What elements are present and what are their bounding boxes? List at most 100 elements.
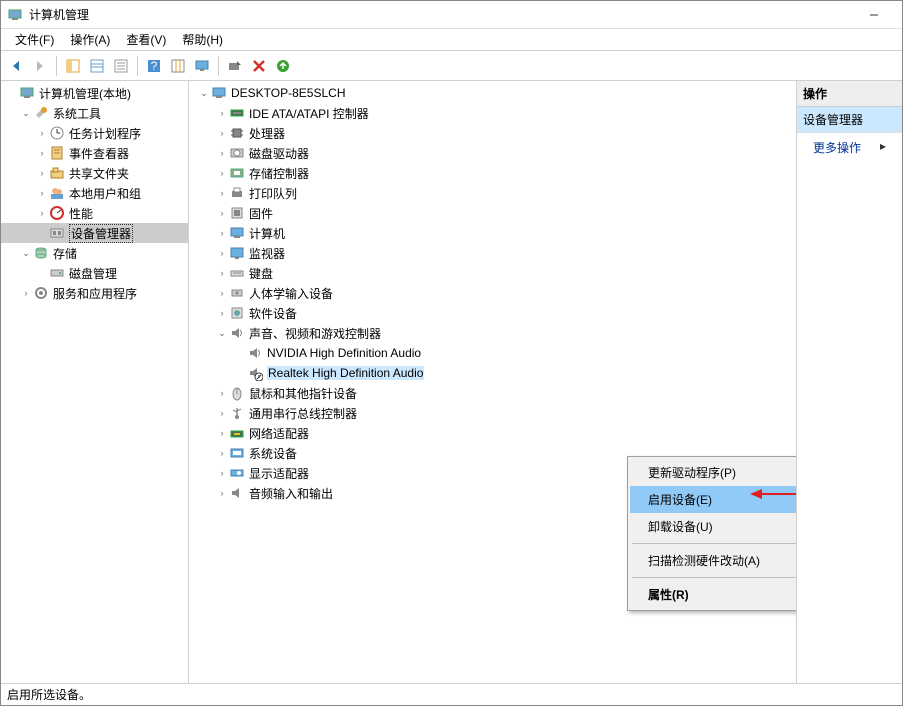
menu-view[interactable]: 查看(V) <box>118 29 174 50</box>
actions-pane: 操作 设备管理器 更多操作 ▸ <box>797 81 902 683</box>
tree-item-mgmt[interactable]: 计算机管理(本地) <box>1 83 188 103</box>
device-item[interactable]: ›人体学输入设备 <box>189 283 796 303</box>
disable-button[interactable] <box>248 55 270 77</box>
more-actions-link[interactable]: 更多操作 ▸ <box>797 133 902 162</box>
sys-icon <box>229 445 245 461</box>
monitor-button[interactable] <box>191 55 213 77</box>
help-button[interactable]: ? <box>143 55 165 77</box>
tree-item-event[interactable]: › 事件查看器 <box>1 143 188 163</box>
tree-label: 共享文件夹 <box>69 165 129 182</box>
expander-icon[interactable]: › <box>215 306 229 320</box>
perf-icon <box>49 205 65 221</box>
device-item[interactable]: ›通用串行总线控制器 <box>189 403 796 423</box>
expander-icon[interactable]: › <box>215 146 229 160</box>
device-item[interactable]: › 监视器 <box>189 243 796 263</box>
expander-icon[interactable] <box>35 266 49 280</box>
expander-icon[interactable]: › <box>35 186 49 200</box>
properties2-button[interactable] <box>110 55 132 77</box>
device-item[interactable]: ›处理器 <box>189 123 796 143</box>
device-item[interactable]: ›固件 <box>189 203 796 223</box>
columns-button[interactable] <box>167 55 189 77</box>
expander-icon[interactable]: › <box>35 126 49 140</box>
tree-item-disk[interactable]: 磁盘管理 <box>1 263 188 283</box>
tree-item-perf[interactable]: ›性能 <box>1 203 188 223</box>
expander-icon[interactable]: ⌄ <box>197 86 211 100</box>
tree-item-device[interactable]: 设备管理器 <box>1 223 188 243</box>
expander-icon[interactable]: › <box>215 206 229 220</box>
device-item[interactable]: ›键盘 <box>189 263 796 283</box>
expander-icon[interactable]: › <box>35 146 49 160</box>
context-menu-item[interactable]: 卸载设备(U) <box>630 513 797 540</box>
device-icon <box>49 225 65 241</box>
expander-icon[interactable]: ⌄ <box>215 326 229 340</box>
tree-item-tools[interactable]: ⌄系统工具 <box>1 103 188 123</box>
expander-icon[interactable] <box>35 226 49 240</box>
menu-file[interactable]: 文件(F) <box>7 29 62 50</box>
device-label: 监视器 <box>249 245 285 262</box>
device-label: 打印队列 <box>249 185 297 202</box>
expander-icon[interactable]: ⌄ <box>19 106 33 120</box>
device-item[interactable]: ›软件设备 <box>189 303 796 323</box>
enable-button[interactable] <box>272 55 294 77</box>
tree-item-users[interactable]: ›本地用户和组 <box>1 183 188 203</box>
properties-button[interactable] <box>86 55 108 77</box>
expander-icon[interactable]: › <box>215 426 229 440</box>
expander-icon[interactable] <box>233 366 247 380</box>
expander-icon[interactable]: › <box>215 126 229 140</box>
expander-icon[interactable]: › <box>215 106 229 120</box>
actions-header: 操作 <box>797 81 902 107</box>
expander-icon[interactable]: › <box>19 286 33 300</box>
back-button[interactable] <box>5 55 27 77</box>
device-label: 音频输入和输出 <box>249 485 333 502</box>
expander-icon[interactable]: › <box>215 286 229 300</box>
device-item[interactable]: Realtek High Definition Audio <box>189 363 796 383</box>
menu-help[interactable]: 帮助(H) <box>174 29 231 50</box>
expander-icon[interactable]: › <box>215 246 229 260</box>
expander-icon[interactable]: › <box>215 486 229 500</box>
expander-icon[interactable] <box>5 86 19 100</box>
tree-item-task[interactable]: ›任务计划程序 <box>1 123 188 143</box>
expander-icon[interactable]: ⌄ <box>19 246 33 260</box>
tree-item-services[interactable]: ›服务和应用程序 <box>1 283 188 303</box>
device-item[interactable]: ›网络适配器 <box>189 423 796 443</box>
show-hide-tree-button[interactable] <box>62 55 84 77</box>
printer-icon <box>229 185 245 201</box>
expander-icon[interactable]: › <box>215 466 229 480</box>
expander-icon[interactable]: › <box>215 446 229 460</box>
device-item[interactable]: ›鼠标和其他指针设备 <box>189 383 796 403</box>
disk-icon <box>49 265 65 281</box>
device-item[interactable]: ⌄声音、视频和游戏控制器 <box>189 323 796 343</box>
tree-label: 事件查看器 <box>69 145 129 162</box>
context-menu-item[interactable]: 扫描检测硬件改动(A) <box>630 547 797 574</box>
scan-hardware-button[interactable] <box>224 55 246 77</box>
actions-context: 设备管理器 <box>797 107 902 133</box>
expander-icon[interactable]: › <box>215 266 229 280</box>
device-tree[interactable]: ⌄ DESKTOP-8E5SLCH ›IDE ATA/ATAPI 控制器›处理器… <box>189 81 797 683</box>
expander-icon[interactable] <box>233 346 247 360</box>
tree-item-share[interactable]: › 共享文件夹 <box>1 163 188 183</box>
expander-icon[interactable]: › <box>215 186 229 200</box>
context-menu-item[interactable]: 启用设备(E) <box>630 486 797 513</box>
expander-icon[interactable]: › <box>215 166 229 180</box>
context-menu-item[interactable]: 属性(R) <box>630 581 797 608</box>
context-menu-item[interactable]: 更新驱动程序(P) <box>630 459 797 486</box>
device-item[interactable]: ›磁盘驱动器 <box>189 143 796 163</box>
menu-action[interactable]: 操作(A) <box>62 29 118 50</box>
device-item[interactable]: ›计算机 <box>189 223 796 243</box>
device-item[interactable]: NVIDIA High Definition Audio <box>189 343 796 363</box>
console-tree[interactable]: 计算机管理(本地)⌄系统工具›任务计划程序›事件查看器›共享文件夹›本地用户和组… <box>1 81 189 683</box>
cpu-icon <box>229 125 245 141</box>
expander-icon[interactable]: › <box>35 206 49 220</box>
expander-icon[interactable]: › <box>215 386 229 400</box>
minimize-button[interactable] <box>852 1 896 29</box>
expander-icon[interactable]: › <box>215 406 229 420</box>
expander-icon[interactable]: › <box>215 226 229 240</box>
device-root[interactable]: ⌄ DESKTOP-8E5SLCH <box>189 83 796 103</box>
device-item[interactable]: ›存储控制器 <box>189 163 796 183</box>
forward-button[interactable] <box>29 55 51 77</box>
expander-icon[interactable]: › <box>35 166 49 180</box>
storage-icon <box>33 245 49 261</box>
tree-item-storage[interactable]: ⌄存储 <box>1 243 188 263</box>
device-item[interactable]: › 打印队列 <box>189 183 796 203</box>
device-item[interactable]: ›IDE ATA/ATAPI 控制器 <box>189 103 796 123</box>
